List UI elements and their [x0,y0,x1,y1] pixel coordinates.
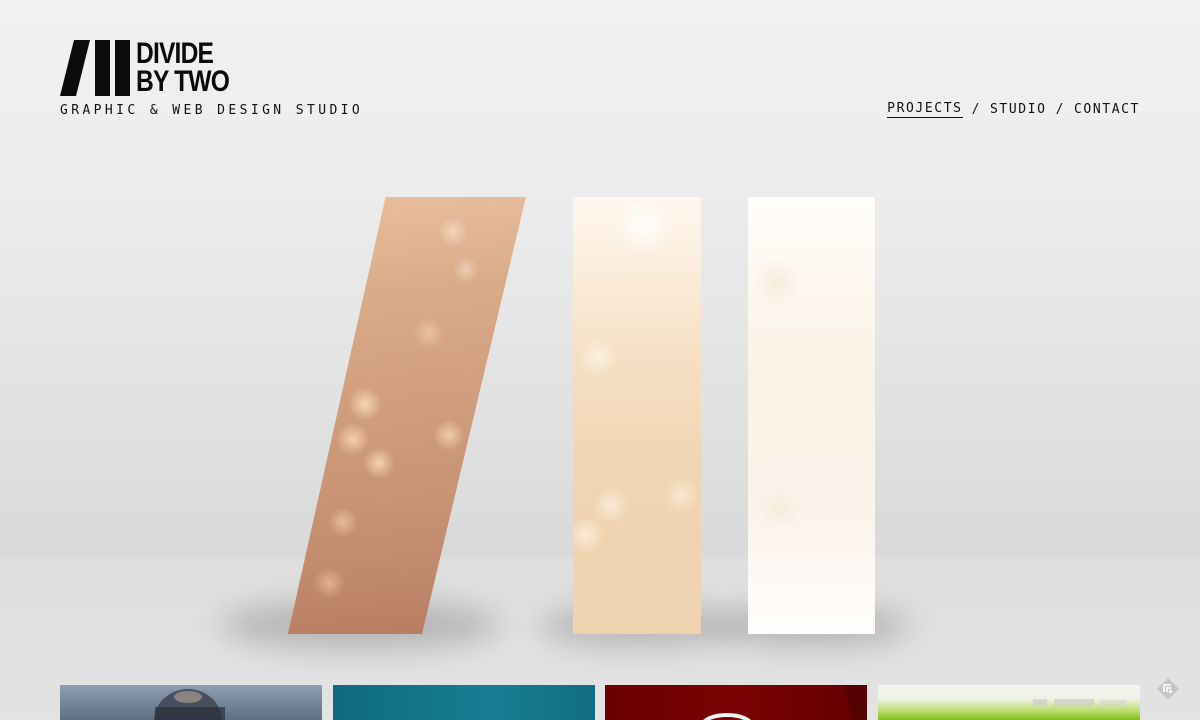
logo-mark-icon [60,40,130,96]
bokeh-light [453,257,479,283]
bokeh-light [363,447,395,479]
bokeh-light [578,337,618,377]
bokeh-light [328,507,358,537]
tagline: GRAPHIC & WEB DESIGN STUDIO [60,103,364,118]
bokeh-light [438,217,468,247]
nav-projects[interactable]: PROJECTS [887,101,963,118]
bokeh-light [573,517,604,553]
project-thumbnails [60,685,1140,720]
logo-wordmark-line1: DIVIDE [136,37,214,70]
green-project-text-icon [1033,699,1126,706]
bokeh-light [313,567,345,599]
project-thumbnail-teal[interactable] [333,685,595,720]
bokeh-light [433,419,465,451]
nav-separator: / [1055,102,1065,117]
project-thumbnail-green[interactable] [878,685,1140,720]
hero-logo-graphic [200,180,1000,670]
bokeh-light [753,257,803,307]
feed-icon[interactable] [1155,676,1181,702]
bokeh-light [348,387,382,421]
bokeh-light [663,477,699,513]
project-thumbnail-portrait[interactable] [60,685,322,720]
site-logo[interactable]: DIVIDE BY TWO GRAPHIC & WEB DESIGN STUDI… [60,37,390,120]
logo-wordmark-line2: BY TWO [136,65,230,98]
site-header: DIVIDE BY TWO GRAPHIC & WEB DESIGN STUDI… [0,0,1200,150]
bokeh-light [613,197,673,257]
red-project-emblem-icon [703,685,867,720]
project-thumbnail-red[interactable] [605,685,867,720]
nav-studio[interactable]: STUDIO [990,102,1047,117]
hero-right-bar [748,197,875,634]
bokeh-light [758,487,802,531]
nav-contact[interactable]: CONTACT [1074,102,1140,117]
portrait-figure-icon [154,689,225,720]
bokeh-light [336,422,370,456]
hero-middle-bar [573,197,701,634]
main-nav: PROJECTS / STUDIO / CONTACT [887,101,1140,118]
bokeh-light [593,487,629,523]
bokeh-light [413,317,445,349]
hero-slash-bar [288,197,526,634]
nav-separator: / [971,102,981,117]
